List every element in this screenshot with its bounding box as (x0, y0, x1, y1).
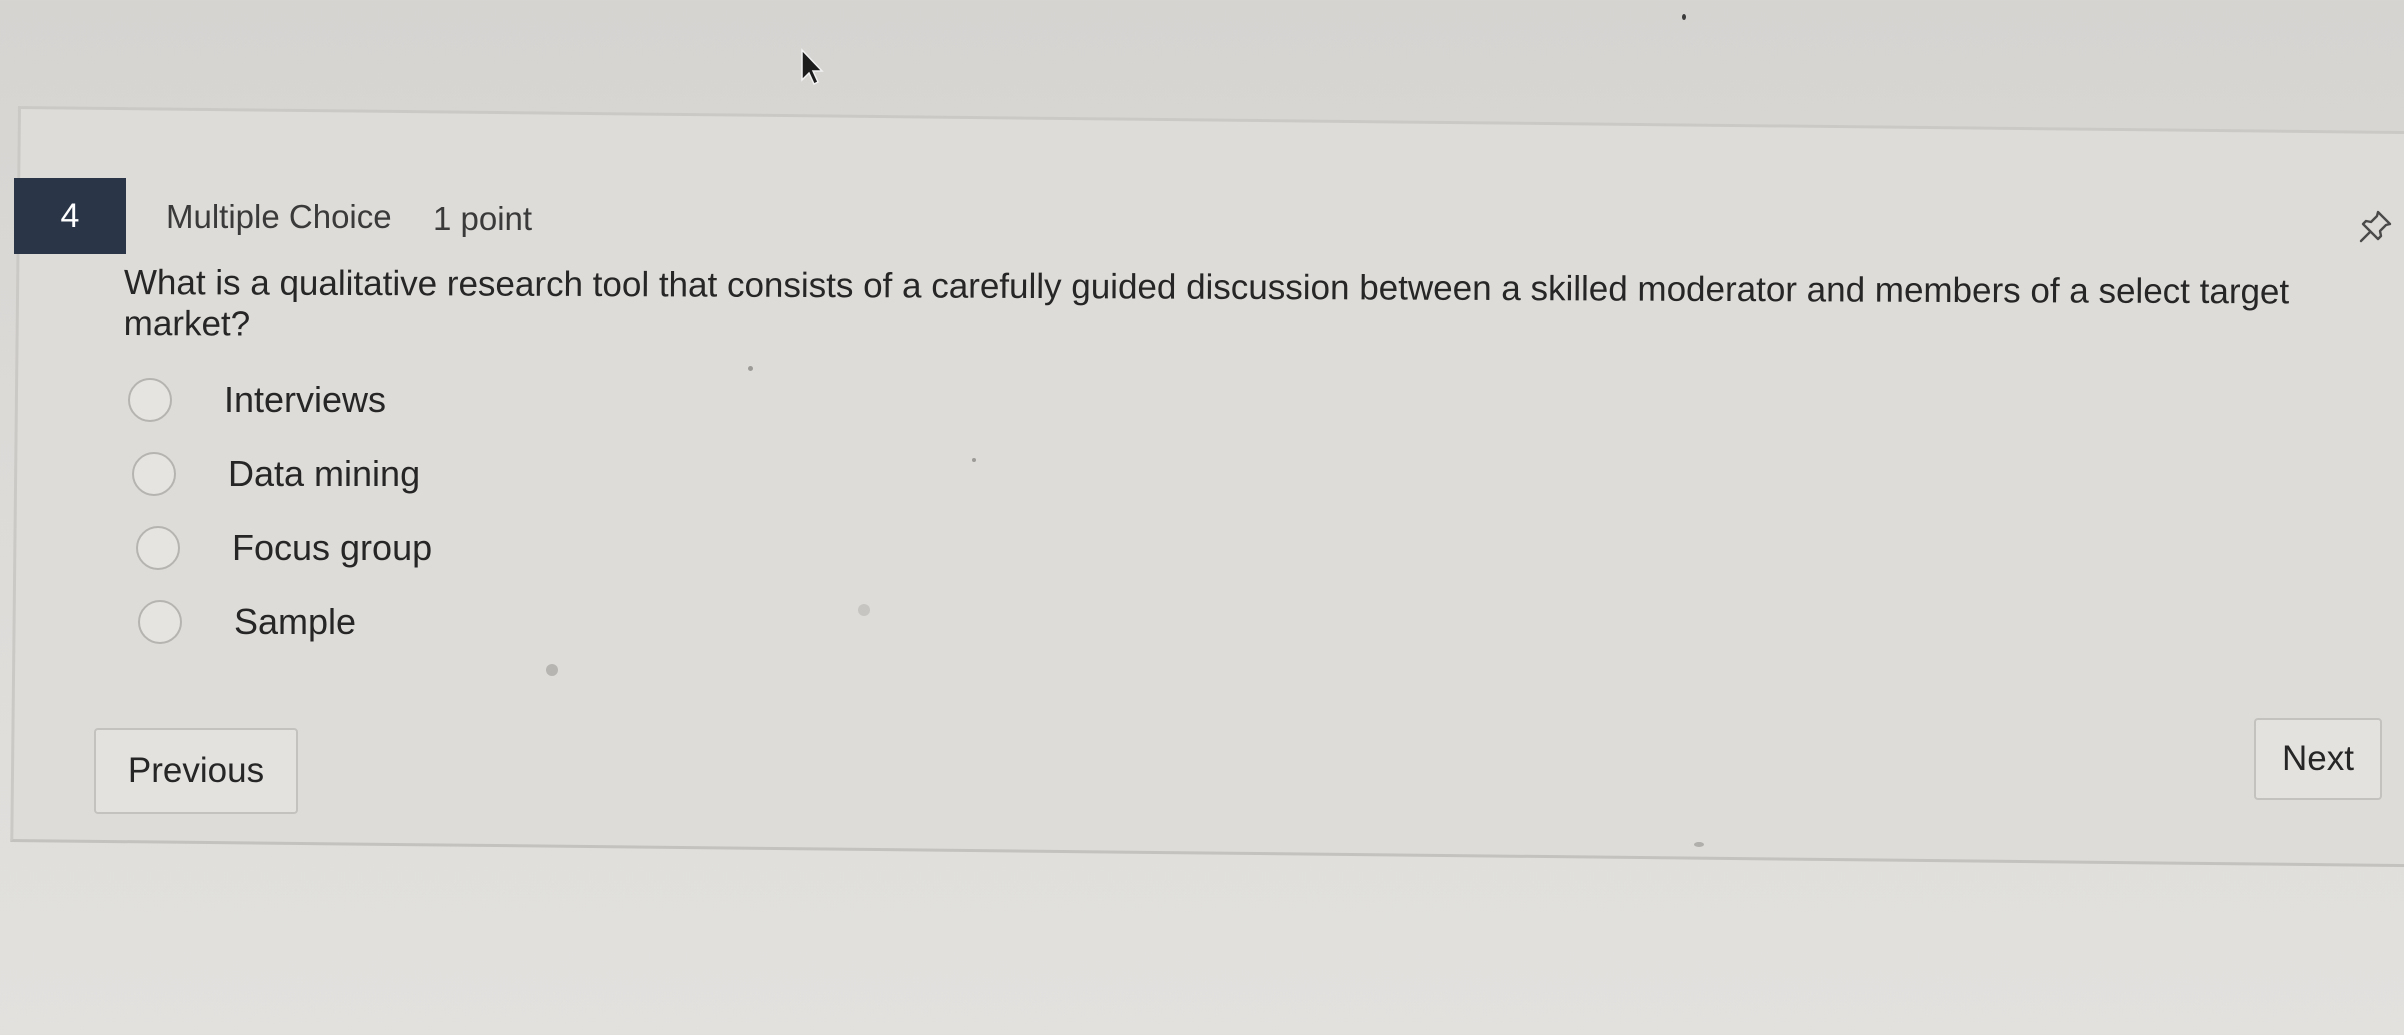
screen-speck (546, 664, 558, 676)
radio-button[interactable] (128, 378, 172, 422)
question-number-badge: 4 (14, 178, 126, 254)
answer-option-interviews[interactable]: Interviews (128, 378, 386, 422)
option-label: Sample (234, 601, 357, 642)
screen-speck (748, 366, 753, 371)
answer-option-sample[interactable]: Sample (138, 600, 356, 644)
answer-option-focus-group[interactable]: Focus group (136, 526, 432, 570)
radio-button[interactable] (138, 600, 182, 644)
screen-speck (858, 604, 870, 616)
radio-button[interactable] (132, 452, 176, 496)
option-label: Interviews (224, 379, 387, 420)
mouse-cursor-icon (801, 48, 824, 86)
previous-button[interactable]: Previous (94, 728, 298, 814)
option-label: Focus group (232, 527, 433, 568)
question-points: 1 point (433, 200, 533, 237)
screen-speck (1682, 14, 1686, 20)
radio-button[interactable] (136, 526, 180, 570)
screen-speck (972, 458, 976, 462)
screen-speck (1694, 842, 1704, 847)
question-number: 4 (60, 196, 80, 235)
pin-icon[interactable] (2356, 206, 2396, 246)
question-text: What is a qualitative research tool that… (123, 263, 2290, 344)
option-label: Data mining (228, 453, 421, 494)
next-button[interactable]: Next (2254, 718, 2382, 800)
question-type: Multiple Choice (166, 198, 392, 235)
answer-option-data-mining[interactable]: Data mining (132, 452, 420, 496)
